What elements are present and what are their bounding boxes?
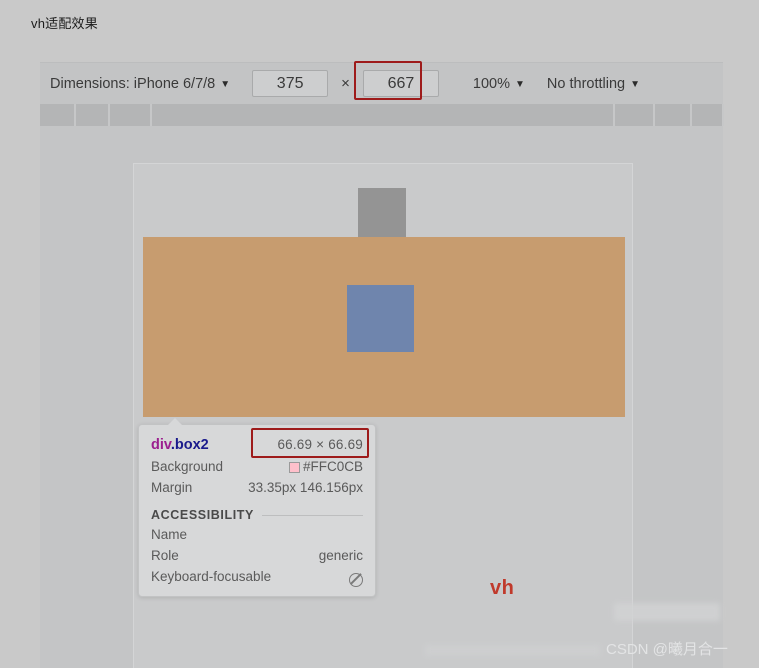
tooltip-header: div.box2 66.69 × 66.69 <box>151 428 369 458</box>
tooltip-row-name: Name <box>151 525 363 546</box>
dimensions-dropdown[interactable]: Dimensions: iPhone 6/7/8 ▼ <box>50 76 230 92</box>
throttling-dropdown[interactable]: No throttling ▼ <box>547 76 640 92</box>
viewport-height-value: 667 <box>387 74 415 92</box>
accessible-name-label: Name <box>151 527 188 543</box>
accessibility-section-header: ACCESSIBILITY <box>151 508 363 522</box>
dimensions-dropdown-label: Dimensions: iPhone 6/7/8 <box>50 75 216 92</box>
chevron-down-icon: ▼ <box>515 78 525 90</box>
tooltip-row-keyboard-focusable: Keyboard-focusable <box>151 567 363 588</box>
color-swatch-icon <box>288 462 300 474</box>
viewport-ruler[interactable] <box>40 104 724 126</box>
viewport-width-input[interactable]: 375 <box>252 70 329 97</box>
element-tag-name: div <box>151 437 171 453</box>
gray-box <box>358 188 406 237</box>
zoom-dropdown-label: 100% <box>472 75 511 92</box>
section-divider <box>261 514 363 516</box>
highlighted-box2-element[interactable] <box>347 285 414 352</box>
device-mode-toolbar: Dimensions: iPhone 6/7/8 ▼ 375 × 667 100%… <box>40 61 723 104</box>
not-allowed-icon <box>349 572 363 587</box>
tooltip-row-role: Role generic <box>151 546 363 567</box>
tooltip-row-background: Background #FFC0CB <box>151 457 363 478</box>
tooltip-row-margin: Margin 33.35px 146.156px <box>151 478 363 499</box>
ruler-tick <box>653 104 655 126</box>
tooltip-arrow-icon <box>167 418 183 426</box>
chevron-down-icon: ▼ <box>630 78 641 90</box>
tan-container-box <box>143 237 625 417</box>
accessible-role-label: Role <box>151 548 179 564</box>
element-class-name: .box2 <box>170 437 209 453</box>
element-selector: div.box2 <box>151 434 209 456</box>
accessibility-section-title: ACCESSIBILITY <box>151 508 254 523</box>
multiply-symbol: × <box>341 75 350 92</box>
throttling-dropdown-label: No throttling <box>546 75 626 92</box>
redacted-region <box>614 603 720 621</box>
ruler-tick <box>150 104 152 126</box>
watermark: CSDN @曦月合一 <box>606 641 728 658</box>
accessible-role-value: generic <box>318 548 363 564</box>
margin-label: Margin <box>151 480 193 496</box>
zoom-dropdown[interactable]: 100% ▼ <box>473 76 525 92</box>
ruler-tick <box>613 104 615 126</box>
ruler-tick <box>690 104 692 126</box>
ruler-tick <box>74 104 76 126</box>
ruler-tick <box>108 104 110 126</box>
redacted-region <box>425 645 600 656</box>
viewport-height-group: 667 <box>353 61 439 100</box>
viewport-height-input[interactable]: 667 <box>362 70 439 97</box>
chevron-down-icon: ▼ <box>220 78 231 90</box>
vh-annotation-label: vh <box>490 577 515 599</box>
ruler-tick <box>722 104 724 126</box>
viewport-width-value: 375 <box>276 74 304 92</box>
page-title: vh适配效果 <box>31 16 98 31</box>
element-inspector-tooltip: div.box2 66.69 × 66.69 Background #FFC0C… <box>138 418 376 598</box>
margin-value: 33.35px 146.156px <box>248 480 363 496</box>
element-size: 66.69 × 66.69 <box>277 436 363 452</box>
background-value-group: #FFC0CB <box>288 457 363 478</box>
keyboard-focusable-label: Keyboard-focusable <box>151 569 272 585</box>
background-label: Background <box>151 459 224 475</box>
background-color-value: #FFC0CB <box>302 459 363 475</box>
